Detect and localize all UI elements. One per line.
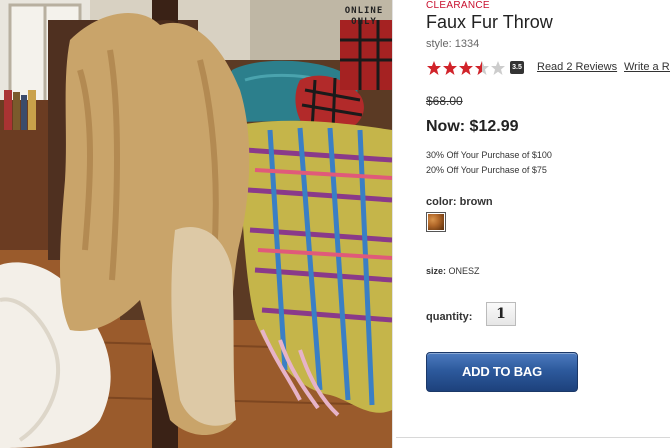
empty-star-icon [491, 61, 505, 75]
star-icon [459, 61, 473, 75]
size-value: ONESZ [448, 266, 480, 276]
product-details-panel: CLEARANCE Faux Fur Throw style: 1334 3.5… [396, 0, 670, 448]
quantity-input[interactable]: 1 [486, 302, 516, 326]
star-rating [427, 61, 505, 75]
sale-price: Now: $12.99 [426, 118, 519, 135]
product-image[interactable]: ONLINE ONLY [0, 0, 392, 448]
color-value: brown [459, 196, 493, 208]
color-swatch-brown[interactable] [426, 212, 446, 232]
add-to-bag-button[interactable]: ADD TO BAG [426, 352, 578, 392]
write-review-link[interactable]: Write a Re [624, 61, 670, 73]
promo-text: 20% Off Your Purchase of $75 [426, 165, 547, 175]
promo-text: 30% Off Your Purchase of $100 [426, 150, 552, 160]
size-label: size: ONESZ [426, 266, 480, 276]
product-title: Faux Fur Throw [426, 12, 553, 32]
clearance-tag: CLEARANCE [426, 0, 490, 11]
style-label: style: [426, 38, 452, 50]
color-label-text: color: [426, 196, 457, 208]
half-star-icon [475, 61, 489, 75]
swatch-fill [428, 214, 444, 230]
read-reviews-link[interactable]: Read 2 Reviews [537, 61, 617, 73]
bottom-divider [396, 437, 670, 438]
star-icon [427, 61, 441, 75]
rating-value-badge: 3.5 [510, 61, 524, 74]
color-label: color: brown [426, 196, 493, 208]
product-photo-illustration [0, 0, 392, 448]
size-label-text: size: [426, 266, 447, 276]
star-icon [443, 61, 457, 75]
panel-divider [392, 0, 393, 448]
product-style: style: 1334 [426, 38, 479, 50]
quantity-label: quantity: [426, 311, 473, 323]
style-number: 1334 [454, 38, 480, 50]
online-only-badge: ONLINE ONLY [344, 6, 384, 27]
original-price: $68.00 [426, 94, 463, 108]
